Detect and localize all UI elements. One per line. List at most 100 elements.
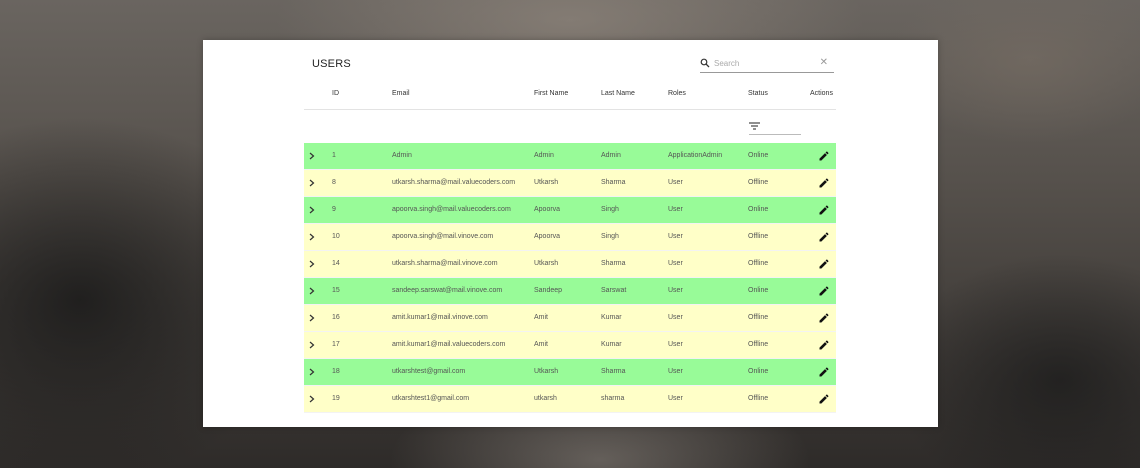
cell-role: User [668, 206, 683, 213]
header-first-name[interactable]: First Name [534, 90, 568, 97]
cell-first-name: Utkarsh [534, 260, 559, 267]
table-row[interactable]: 16 amit.kumar1@mail.vinove.com Amit Kuma… [304, 305, 836, 332]
header-last-name[interactable]: Last Name [601, 90, 635, 97]
cell-email: utkarsh.sharma@mail.valuecoders.com [392, 179, 516, 186]
chevron-right-icon[interactable] [309, 314, 315, 322]
table-row[interactable]: 1 Admin Admin Admin ApplicationAdmin Onl… [304, 143, 836, 170]
cell-first-name: Apoorva [534, 233, 561, 240]
chevron-right-icon[interactable] [309, 287, 315, 295]
chevron-right-icon[interactable] [309, 233, 315, 241]
cell-role: User [668, 287, 683, 294]
pencil-icon[interactable] [818, 177, 830, 189]
cell-first-name: Sandeep [534, 287, 563, 294]
table-row[interactable]: 8 utkarsh.sharma@mail.valuecoders.com Ut… [304, 170, 836, 197]
cell-first-name: Amit [534, 341, 548, 348]
chevron-right-icon[interactable] [309, 341, 315, 349]
pencil-icon[interactable] [818, 150, 830, 162]
cell-status: Offline [748, 341, 769, 348]
cell-last-name: Admin [601, 152, 621, 159]
header-roles[interactable]: Roles [668, 90, 686, 97]
cell-id: 16 [332, 314, 340, 321]
table-row[interactable]: 19 utkarshtest1@gmail.com utkarsh sharma… [304, 386, 836, 413]
cell-status: Offline [748, 395, 769, 402]
cell-id: 10 [332, 233, 340, 240]
table-row[interactable]: 14 utkarsh.sharma@mail.vinove.com Utkars… [304, 251, 836, 278]
cell-last-name: Sharma [601, 179, 626, 186]
cell-status: Online [748, 152, 769, 159]
cell-email: apoorva.singh@mail.valuecoders.com [392, 206, 511, 213]
cell-email: utkarshtest@gmail.com [392, 368, 466, 375]
cell-role: ApplicationAdmin [668, 152, 723, 159]
cell-id: 14 [332, 260, 340, 267]
header-id[interactable]: ID [332, 90, 339, 97]
header-email[interactable]: Email [392, 90, 410, 97]
header-status[interactable]: Status [748, 90, 768, 97]
cell-id: 18 [332, 368, 340, 375]
pencil-icon[interactable] [818, 339, 830, 351]
cell-id: 8 [332, 179, 336, 186]
table-row[interactable]: 15 sandeep.sarswat@mail.vinove.com Sande… [304, 278, 836, 305]
table-row[interactable]: 17 amit.kumar1@mail.valuecoders.com Amit… [304, 332, 836, 359]
cell-email: sandeep.sarswat@mail.vinove.com [392, 287, 503, 294]
pencil-icon[interactable] [818, 204, 830, 216]
users-card: USERS ✕ ID Email First Name Last Name Ro… [203, 40, 938, 427]
chevron-right-icon[interactable] [309, 395, 315, 403]
cell-id: 19 [332, 395, 340, 402]
chevron-right-icon[interactable] [309, 260, 315, 268]
cell-id: 1 [332, 152, 336, 159]
cell-last-name: Sharma [601, 368, 626, 375]
pencil-icon[interactable] [818, 258, 830, 270]
cell-email: utkarsh.sharma@mail.vinove.com [392, 260, 498, 267]
cell-last-name: Sarswat [601, 287, 627, 294]
cell-last-name: Kumar [601, 341, 622, 348]
cell-last-name: Singh [601, 206, 619, 213]
cell-email: Admin [392, 152, 412, 159]
search-box: ✕ [700, 56, 834, 73]
cell-last-name: sharma [601, 395, 625, 402]
chevron-right-icon[interactable] [309, 179, 315, 187]
search-icon [700, 58, 710, 68]
pencil-icon[interactable] [818, 366, 830, 378]
chevron-right-icon[interactable] [309, 206, 315, 214]
cell-status: Online [748, 206, 769, 213]
page-title: USERS [312, 58, 351, 70]
table-header: ID Email First Name Last Name Roles Stat… [304, 84, 836, 110]
cell-role: User [668, 260, 683, 267]
cell-email: amit.kumar1@mail.vinove.com [392, 314, 488, 321]
cell-role: User [668, 179, 683, 186]
pencil-icon[interactable] [818, 312, 830, 324]
status-filter[interactable] [749, 120, 801, 135]
cell-status: Offline [748, 233, 769, 240]
table-row[interactable]: 10 apoorva.singh@mail.vinove.com Apoorva… [304, 224, 836, 251]
cell-status: Online [748, 287, 769, 294]
table-body: 1 Admin Admin Admin ApplicationAdmin Onl… [304, 143, 836, 413]
cell-email: utkarshtest1@gmail.com [392, 395, 470, 402]
cell-status: Offline [748, 314, 769, 321]
cell-id: 17 [332, 341, 340, 348]
pencil-icon[interactable] [818, 285, 830, 297]
close-icon[interactable]: ✕ [820, 57, 828, 69]
cell-status: Online [748, 368, 769, 375]
cell-first-name: Admin [534, 152, 554, 159]
chevron-right-icon[interactable] [309, 368, 315, 376]
cell-role: User [668, 314, 683, 321]
cell-role: User [668, 341, 683, 348]
cell-email: amit.kumar1@mail.valuecoders.com [392, 341, 506, 348]
table-row[interactable]: 18 utkarshtest@gmail.com Utkarsh Sharma … [304, 359, 836, 386]
cell-last-name: Singh [601, 233, 619, 240]
chevron-right-icon[interactable] [309, 152, 315, 160]
table-row[interactable]: 9 apoorva.singh@mail.valuecoders.com Apo… [304, 197, 836, 224]
cell-role: User [668, 368, 683, 375]
filter-row [304, 110, 836, 143]
cell-status: Offline [748, 179, 769, 186]
cell-first-name: Amit [534, 314, 548, 321]
cell-id: 15 [332, 287, 340, 294]
filter-icon[interactable] [749, 122, 760, 130]
cell-role: User [668, 395, 683, 402]
pencil-icon[interactable] [818, 231, 830, 243]
search-input[interactable] [714, 56, 814, 70]
cell-id: 9 [332, 206, 336, 213]
cell-first-name: Apoorva [534, 206, 561, 213]
pencil-icon[interactable] [818, 393, 830, 405]
cell-first-name: Utkarsh [534, 368, 559, 375]
